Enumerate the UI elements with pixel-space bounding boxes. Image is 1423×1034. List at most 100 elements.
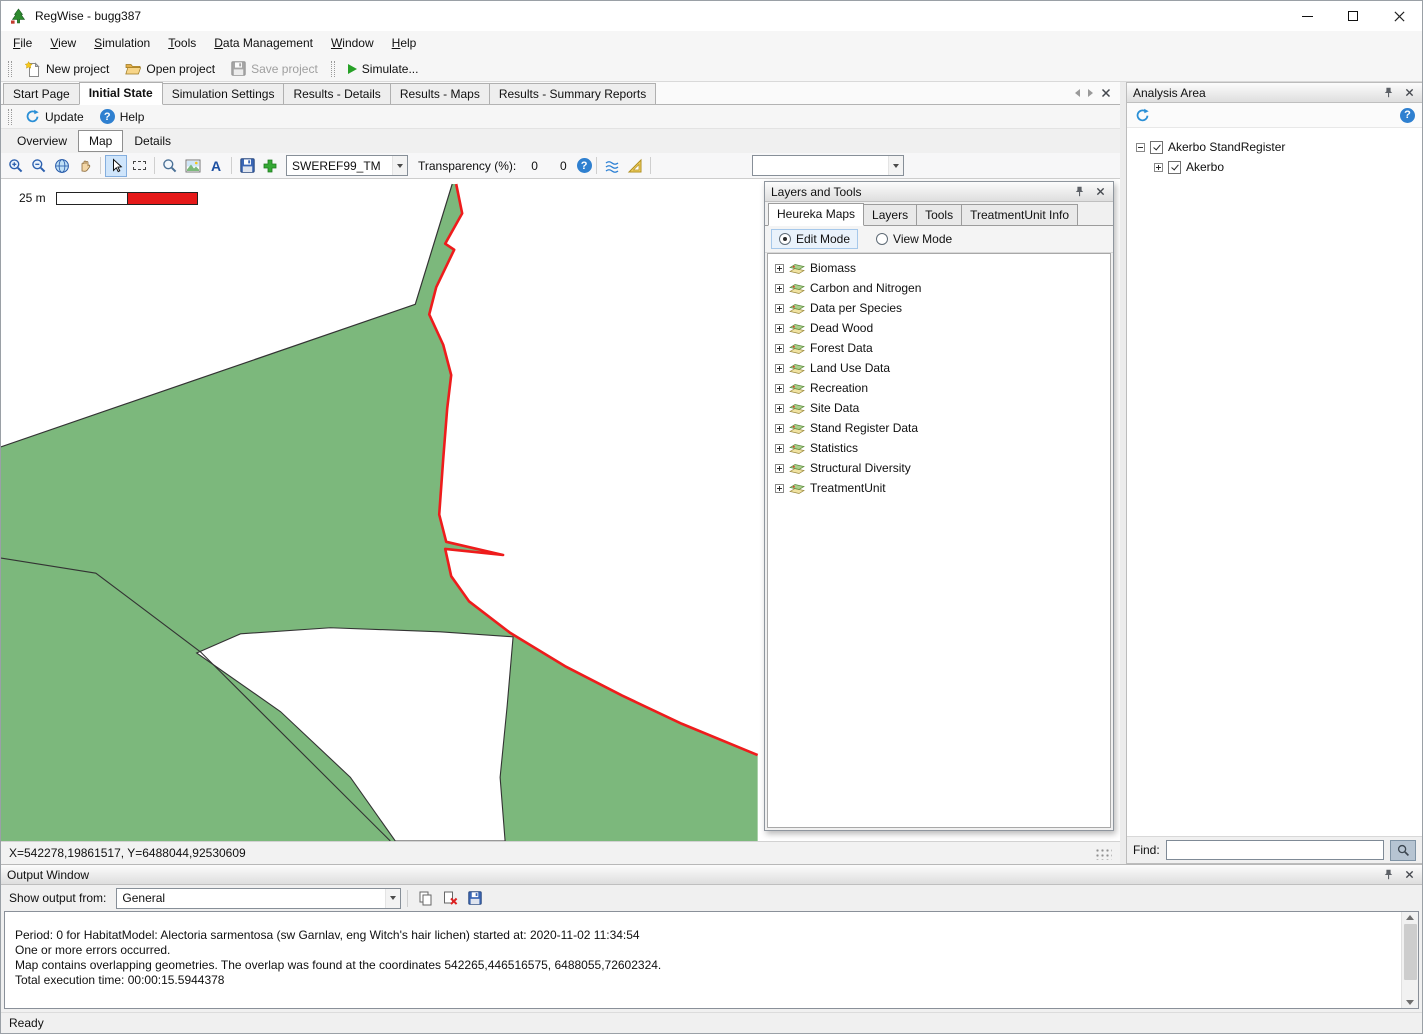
layer-item-biomass[interactable]: Biomass (768, 258, 1110, 278)
pan-tool[interactable] (74, 155, 96, 177)
output-source-combobox[interactable]: General (116, 888, 401, 909)
expand-icon[interactable] (775, 384, 784, 393)
save-project-button[interactable]: Save project (224, 57, 325, 80)
update-button[interactable]: Update (18, 105, 91, 128)
toolbar-grip[interactable] (8, 61, 12, 77)
tab-scroll-right-icon[interactable] (1088, 89, 1093, 97)
menu-file[interactable]: File (4, 31, 41, 56)
output-text-area[interactable]: Period: 0 for HabitatModel: Alectoria sa… (4, 911, 1419, 1009)
label-tool[interactable]: A (205, 155, 227, 177)
update-toolbar-grip[interactable] (8, 109, 12, 125)
layer-item-structural-diversity[interactable]: Structural Diversity (768, 458, 1110, 478)
zoom-window-tool[interactable] (159, 155, 181, 177)
save-map-tool[interactable] (236, 155, 258, 177)
view-tab-details[interactable]: Details (123, 130, 182, 152)
tab-tools[interactable]: Tools (916, 204, 962, 225)
layer-item-forest-data[interactable]: Forest Data (768, 338, 1110, 358)
resize-grip[interactable] (1094, 847, 1112, 860)
refresh-analysis-button[interactable] (1134, 107, 1150, 123)
output-scrollbar[interactable] (1401, 912, 1418, 1008)
export-map-tool[interactable] (182, 155, 204, 177)
layer-item-carbon-and-nitrogen[interactable]: Carbon and Nitrogen (768, 278, 1110, 298)
new-project-button[interactable]: New project (18, 57, 116, 80)
find-input[interactable] (1166, 840, 1384, 860)
expand-icon[interactable] (775, 304, 784, 313)
close-button[interactable] (1376, 1, 1422, 31)
layer-item-statistics[interactable]: Statistics (768, 438, 1110, 458)
minimize-button[interactable] (1284, 1, 1330, 31)
tab-treatmentunit-info[interactable]: TreatmentUnit Info (961, 204, 1078, 225)
tab-simulation-settings[interactable]: Simulation Settings (162, 83, 285, 104)
tab-start-page[interactable]: Start Page (3, 83, 80, 104)
map-canvas[interactable]: 25 m Layers and Tools Heureka Maps Layer… (1, 179, 1120, 841)
expand-icon[interactable] (1154, 163, 1163, 172)
pin-icon[interactable] (1071, 184, 1087, 200)
layer-item-site-data[interactable]: Site Data (768, 398, 1110, 418)
menu-view[interactable]: View (41, 31, 85, 56)
view-tab-map[interactable]: Map (78, 130, 123, 152)
checkbox-checked-icon[interactable] (1168, 161, 1181, 174)
globe-tool[interactable] (51, 155, 73, 177)
view-tab-overview[interactable]: Overview (6, 130, 78, 152)
analysis-panel-header[interactable]: Analysis Area (1127, 83, 1422, 103)
layer-item-data-per-species[interactable]: Data per Species (768, 298, 1110, 318)
contour-lines-tool[interactable] (601, 155, 623, 177)
expand-icon[interactable] (775, 364, 784, 373)
select-tool[interactable] (105, 155, 127, 177)
find-button[interactable] (1390, 840, 1416, 861)
tab-layers[interactable]: Layers (863, 204, 917, 225)
scrollbar-thumb[interactable] (1404, 924, 1417, 980)
expand-icon[interactable] (775, 444, 784, 453)
tab-results-summary-reports[interactable]: Results - Summary Reports (489, 83, 656, 104)
pin-icon[interactable] (1380, 85, 1396, 101)
map-extra-combobox[interactable] (752, 155, 904, 176)
output-window-header[interactable]: Output Window (1, 865, 1422, 885)
toolbar-grip-2[interactable] (331, 61, 335, 77)
zoom-out-tool[interactable] (28, 155, 50, 177)
tab-scroll-left-icon[interactable] (1075, 89, 1080, 97)
expand-icon[interactable] (775, 324, 784, 333)
checkbox-checked-icon[interactable] (1150, 141, 1163, 154)
expand-icon[interactable] (775, 424, 784, 433)
add-layer-tool[interactable] (259, 155, 281, 177)
tree-item-akerbo[interactable]: Akerbo (1134, 157, 1415, 177)
tab-initial-state[interactable]: Initial State (79, 82, 163, 105)
tab-heureka-maps[interactable]: Heureka Maps (768, 203, 864, 226)
tree-item-stand-register[interactable]: Akerbo StandRegister (1134, 137, 1415, 157)
layer-item-recreation[interactable]: Recreation (768, 378, 1110, 398)
layer-item-treatmentunit[interactable]: TreatmentUnit (768, 478, 1110, 498)
simulate-button[interactable]: Simulate... (341, 57, 426, 80)
view-mode-radio[interactable]: View Mode (868, 229, 960, 249)
close-panel-icon[interactable] (1092, 184, 1108, 200)
menu-simulation[interactable]: Simulation (85, 31, 159, 56)
tab-results-maps[interactable]: Results - Maps (390, 83, 490, 104)
pin-icon[interactable] (1380, 867, 1396, 883)
copy-output-button[interactable] (414, 887, 436, 909)
maximize-button[interactable] (1330, 1, 1376, 31)
save-output-button[interactable] (464, 887, 486, 909)
expand-icon[interactable] (775, 484, 784, 493)
projection-combobox[interactable]: SWEREF99_TM (286, 155, 408, 176)
rectangle-select-tool[interactable] (128, 155, 150, 177)
menu-data-management[interactable]: Data Management (205, 31, 322, 56)
clear-output-button[interactable] (439, 887, 461, 909)
tab-results-details[interactable]: Results - Details (283, 83, 390, 104)
close-panel-icon[interactable] (1401, 867, 1417, 883)
menu-tools[interactable]: Tools (159, 31, 205, 56)
close-panel-icon[interactable] (1401, 85, 1417, 101)
open-project-button[interactable]: Open project (118, 57, 222, 80)
expand-icon[interactable] (775, 284, 784, 293)
scroll-down-icon[interactable] (1406, 1000, 1414, 1005)
tabstrip-close-icon[interactable] (1101, 88, 1111, 98)
measure-tool[interactable] (624, 155, 646, 177)
expand-icon[interactable] (775, 344, 784, 353)
expand-icon[interactable] (775, 264, 784, 273)
layer-item-stand-register-data[interactable]: Stand Register Data (768, 418, 1110, 438)
layer-item-dead-wood[interactable]: Dead Wood (768, 318, 1110, 338)
map-help-icon[interactable]: ? (577, 158, 592, 173)
menu-help[interactable]: Help (383, 31, 426, 56)
expand-icon[interactable] (775, 404, 784, 413)
layer-item-land-use-data[interactable]: Land Use Data (768, 358, 1110, 378)
collapse-icon[interactable] (1136, 143, 1145, 152)
layers-panel-header[interactable]: Layers and Tools (765, 182, 1113, 202)
